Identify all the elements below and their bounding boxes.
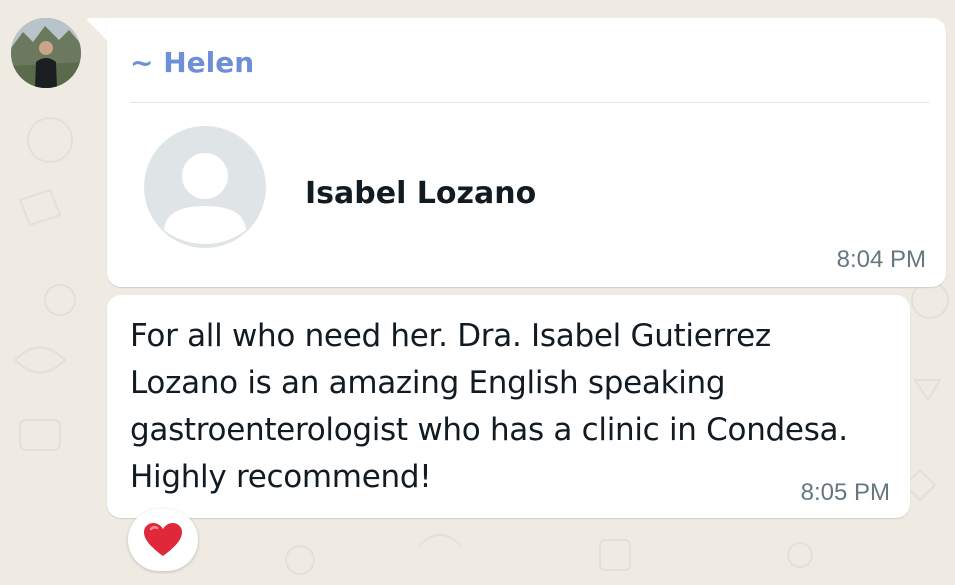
shared-contact[interactable]: Isabel Lozano: [144, 126, 644, 250]
default-avatar-icon: [144, 126, 266, 248]
message-timestamp: 8:05 PM: [800, 479, 890, 506]
contact-name: Isabel Lozano: [305, 176, 537, 211]
message-timestamp: 8:04 PM: [836, 246, 926, 273]
bubble-tail: [87, 18, 108, 42]
sender-avatar[interactable]: [11, 18, 81, 88]
divider: [130, 102, 929, 103]
reaction-badge[interactable]: [128, 509, 198, 571]
message-line: Highly recommend!: [130, 459, 432, 495]
message-line: Lozano is an amazing English speaking: [130, 365, 726, 401]
contact-card-message[interactable]: ~ Helen Isabel Lozano 8:04 PM: [107, 18, 946, 287]
message-line: gastroenterologist who has a clinic in C…: [130, 412, 848, 448]
profile-photo-image: [11, 18, 81, 88]
message-line: For all who need her. Dra. Isabel Gutier…: [130, 318, 771, 354]
message-text: For all who need her. Dra. Isabel Gutier…: [130, 313, 890, 501]
text-message[interactable]: For all who need her. Dra. Isabel Gutier…: [107, 295, 910, 518]
sender-name[interactable]: ~ Helen: [130, 46, 254, 79]
red-heart-icon: [144, 523, 182, 556]
